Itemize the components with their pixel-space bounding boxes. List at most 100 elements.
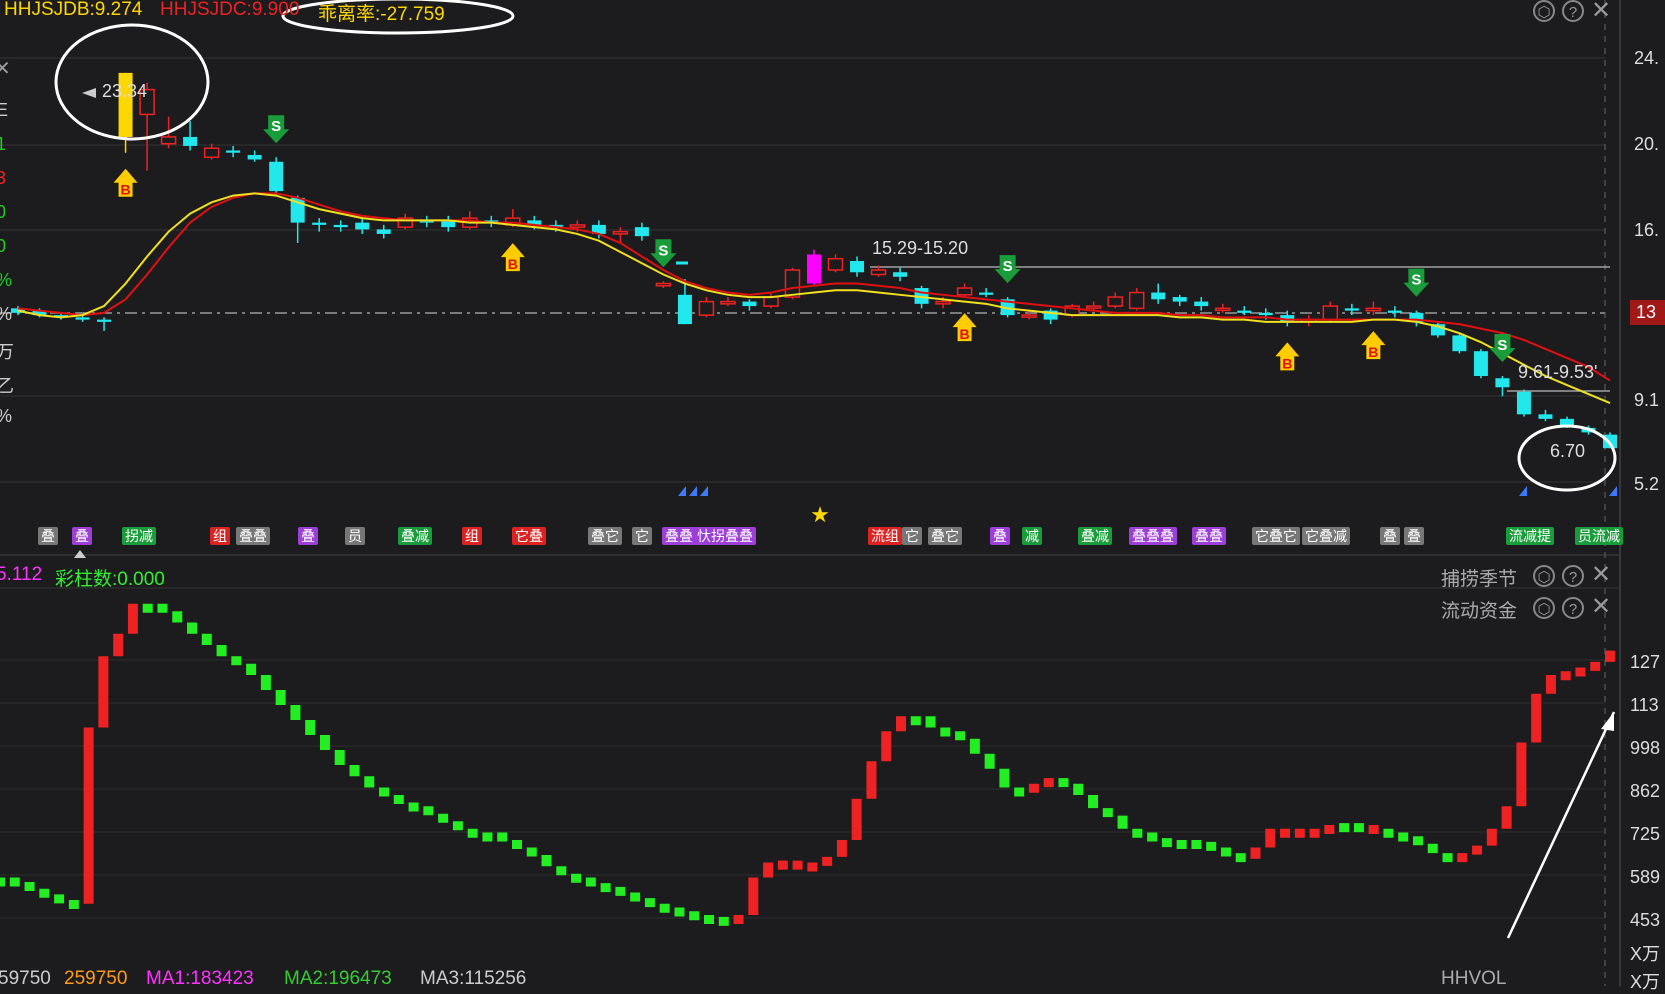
cursor-marker	[74, 550, 86, 558]
candle-body	[698, 300, 715, 316]
flow-bar	[571, 873, 582, 883]
settings-hex-icon[interactable]: ⬡	[1533, 597, 1555, 619]
flow-bar	[349, 765, 360, 777]
flow-bar	[807, 862, 818, 872]
flow-bar	[393, 795, 404, 804]
flag-marker	[678, 486, 686, 496]
help-icon[interactable]: ?	[1562, 0, 1584, 22]
flow-bar	[260, 675, 271, 690]
signal-tag: 叠	[990, 527, 1010, 545]
candle-body	[893, 272, 908, 277]
flow-bar	[1398, 832, 1409, 842]
ma-yellow-line	[17, 192, 1611, 404]
flow-bar	[364, 776, 375, 788]
stock-chart-canvas[interactable]: B B B B B S S S S S ★	[0, 0, 1665, 986]
sell-letter: S	[1003, 258, 1013, 275]
candle-body	[75, 317, 90, 320]
candle-body	[720, 300, 736, 305]
candle-body	[1495, 378, 1510, 388]
close-icon[interactable]: ✕	[1591, 595, 1611, 619]
candle-body	[935, 300, 951, 305]
flow-bar	[1457, 853, 1468, 863]
flow-bar	[1235, 853, 1246, 863]
buy-signal-icon: B	[1361, 331, 1386, 360]
flow-bar	[615, 886, 626, 896]
flow-bar	[379, 787, 390, 797]
buy-letter: B	[1368, 344, 1378, 360]
money-flow-bar-chart	[0, 603, 1615, 926]
panel-name-buliao[interactable]: 捕捞季节	[1441, 564, 1517, 591]
candle-body	[376, 229, 391, 234]
left-edge-label: 1	[0, 134, 7, 154]
candle-body	[1473, 351, 1488, 376]
help-icon[interactable]: ?	[1562, 565, 1584, 587]
signal-tag: 叠叠	[236, 527, 270, 545]
flow-bar	[1132, 828, 1143, 838]
flow-bar	[0, 877, 5, 887]
buy-signal-icon: B	[1275, 342, 1300, 371]
current-price-tag: 13	[1630, 300, 1665, 325]
left-edge-label: %	[0, 304, 12, 325]
flow-bar	[54, 894, 65, 904]
candle-body	[333, 224, 348, 228]
flow-bar	[305, 720, 316, 735]
candle-body	[1365, 307, 1382, 312]
candle-body	[1516, 391, 1531, 415]
flow-bar	[969, 738, 980, 754]
flow-bar	[644, 898, 655, 908]
candle-body	[97, 319, 112, 322]
flow-bar	[763, 862, 774, 878]
flow-bar	[1545, 675, 1556, 694]
flow-bar	[866, 761, 877, 799]
sell-signal-icon: S	[994, 255, 1021, 284]
flow-bar	[231, 656, 242, 666]
flow-bar	[999, 768, 1010, 788]
deviation-rate: 乖离率:-27.759	[318, 4, 445, 25]
close-icon[interactable]: ✕	[1591, 0, 1611, 23]
status-ma2: MA2:196473	[284, 968, 392, 989]
flow-bar	[1117, 815, 1128, 829]
signal-tag: 叠减	[1078, 527, 1112, 545]
flow-bar	[674, 907, 685, 917]
signal-tag: 叠	[298, 527, 318, 545]
flow-bar	[703, 915, 714, 924]
volume-tick: 589	[1630, 867, 1661, 887]
candle-body	[807, 254, 821, 284]
flow-bar	[1472, 845, 1483, 855]
flow-bar	[1102, 808, 1113, 818]
flow-bar	[24, 882, 35, 891]
candle-body	[1538, 414, 1553, 419]
flow-bar	[1280, 828, 1291, 838]
flow-bar	[1220, 847, 1231, 857]
flow-bar	[955, 731, 966, 741]
signal-tag: 叠叠叠	[1129, 527, 1177, 545]
candle-body	[312, 222, 327, 225]
settings-hex-icon[interactable]: ⬡	[1533, 0, 1555, 22]
settings-hex-icon[interactable]: ⬡	[1533, 565, 1555, 587]
flow-bar	[585, 877, 596, 887]
flow-bar	[1353, 823, 1364, 833]
signal-tag: 叠它	[588, 527, 622, 545]
help-icon[interactable]: ?	[1562, 597, 1584, 619]
panel-name-hhvol[interactable]: HHVOL	[1441, 968, 1506, 990]
buy-letter: B	[121, 182, 131, 198]
signal-tag: 叠叠	[1192, 527, 1226, 545]
price-tick: 9.1	[1634, 390, 1660, 410]
status-v0: 59750	[0, 968, 51, 989]
flow-bar	[113, 633, 124, 657]
sell-signal-icon: S	[650, 239, 677, 268]
sell-signal-icon: S	[263, 115, 290, 144]
caizhu-count: 彩柱数:0.000	[55, 569, 165, 590]
close-icon[interactable]: ✕	[1591, 563, 1611, 587]
flow-bar	[275, 690, 286, 705]
panel-name-liudong[interactable]: 流动资金	[1441, 596, 1517, 623]
flow-bar	[1412, 836, 1423, 846]
left-edge-label: E	[0, 100, 9, 120]
flag-marker	[700, 486, 708, 496]
flow-bar	[1486, 828, 1497, 846]
flow-bar	[822, 856, 833, 866]
collapse-icon[interactable]: ✕	[0, 58, 11, 80]
signal-tag: 它叠它	[1252, 527, 1300, 545]
signal-tag: 员	[345, 527, 365, 545]
flow-bar	[423, 806, 434, 816]
